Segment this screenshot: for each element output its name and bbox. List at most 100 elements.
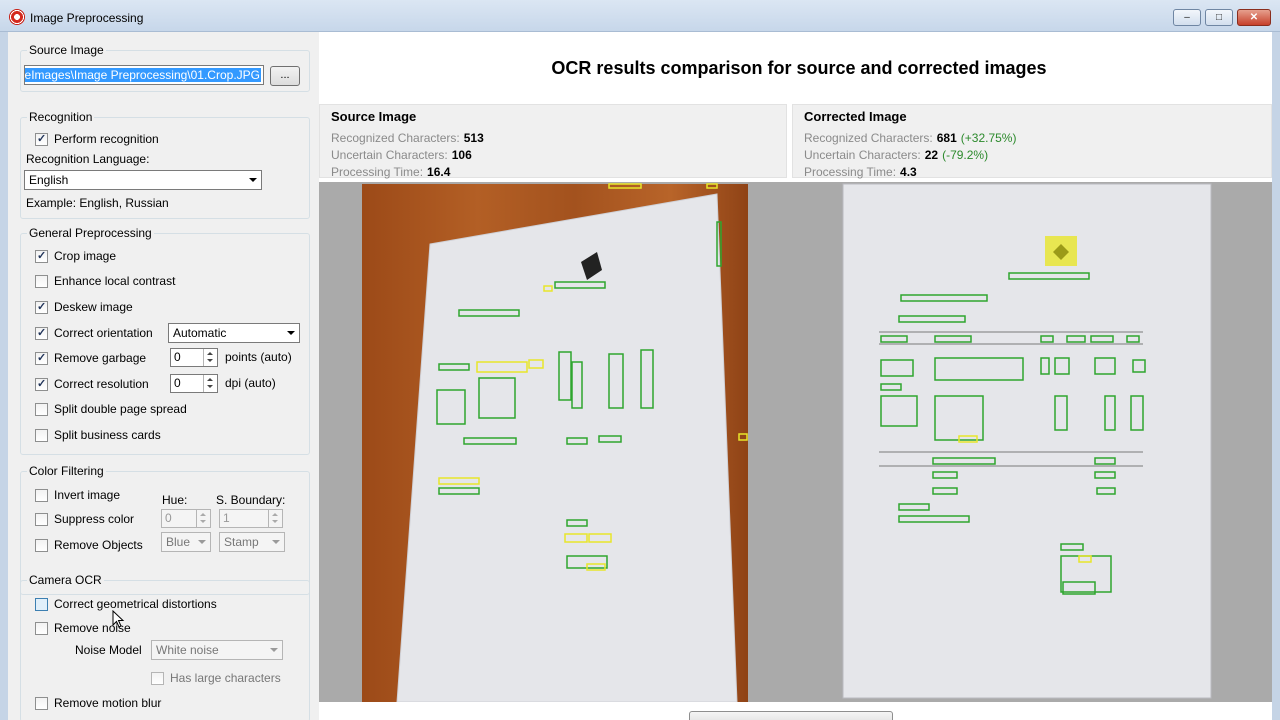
hue-value: 0	[165, 511, 172, 525]
spin-down-icon[interactable]	[272, 520, 278, 523]
stat-delta: (+32.75%)	[960, 131, 1017, 145]
orientation-select[interactable]: Automatic	[168, 323, 300, 343]
compare-button[interactable]	[689, 711, 893, 720]
corrected-image-view	[842, 183, 1212, 699]
checkbox-label: Correct geometrical distortions	[54, 597, 217, 611]
color-value: Blue	[166, 535, 191, 549]
spin-up-icon[interactable]	[207, 378, 213, 381]
image-comparison-area[interactable]	[319, 182, 1272, 702]
general-preprocessing-group: General Preprocessing Crop image Enhance…	[20, 226, 310, 455]
checkbox-box[interactable]	[35, 512, 48, 526]
corrected-stats-panel: Corrected Image Recognized Characters: 68…	[792, 104, 1272, 179]
checkbox-box[interactable]	[35, 274, 48, 288]
client-area: Source Image ampleImages\Image Preproces…	[8, 32, 1272, 720]
language-select[interactable]: English	[24, 170, 262, 190]
garbage-spinner[interactable]: 0	[170, 348, 218, 367]
split-double-page-checkbox[interactable]: Split double page spread	[35, 401, 187, 417]
source-stats-panel: Source Image Recognized Characters: 513 U…	[319, 104, 787, 179]
checkbox-label: Remove motion blur	[54, 696, 162, 710]
spinner-buttons[interactable]	[268, 510, 282, 527]
browse-button[interactable]: ...	[270, 66, 300, 86]
checkbox-label: Enhance local contrast	[54, 274, 176, 288]
spin-up-icon[interactable]	[207, 352, 213, 355]
stat-label: Processing Time:	[331, 165, 424, 179]
checkbox-label: Has large characters	[170, 671, 281, 685]
checkbox-box[interactable]	[35, 538, 48, 552]
spinner-buttons[interactable]	[196, 510, 210, 527]
large-characters-checkbox[interactable]: Has large characters	[151, 670, 281, 686]
spin-down-icon[interactable]	[200, 520, 206, 523]
resolution-spinner[interactable]: 0	[170, 374, 218, 393]
checkbox-box[interactable]	[35, 326, 48, 340]
correct-resolution-checkbox[interactable]: Correct resolution	[35, 376, 149, 392]
hue-spinner[interactable]: 0	[161, 509, 211, 528]
source-path-input[interactable]: ampleImages\Image Preprocessing\01.Crop.…	[24, 65, 264, 85]
correct-orientation-checkbox[interactable]: Correct orientation	[35, 325, 153, 341]
checkbox-box[interactable]	[35, 132, 48, 146]
object-value: Stamp	[224, 535, 259, 549]
source-image-view	[362, 183, 748, 702]
spin-up-icon[interactable]	[272, 513, 278, 516]
remove-objects-checkbox[interactable]: Remove Objects	[35, 537, 143, 553]
settings-panel: Source Image ampleImages\Image Preproces…	[8, 32, 316, 720]
chevron-down-icon	[270, 648, 278, 652]
checkbox-label: Correct orientation	[54, 326, 153, 340]
maximize-button[interactable]: □	[1205, 9, 1233, 26]
spin-down-icon[interactable]	[207, 359, 213, 362]
checkbox-box[interactable]	[35, 377, 48, 391]
checkbox-box[interactable]	[35, 488, 48, 502]
enhance-contrast-checkbox[interactable]: Enhance local contrast	[35, 273, 175, 289]
object-select[interactable]: Stamp	[219, 532, 285, 552]
noise-model-value: White noise	[156, 643, 219, 657]
hue-label: Hue:	[162, 493, 188, 507]
stat-label: Uncertain Characters:	[804, 148, 921, 162]
boundary-spinner[interactable]: 1	[219, 509, 283, 528]
remove-motion-blur-checkbox[interactable]: Remove motion blur	[35, 695, 161, 711]
stat-value: 681	[936, 131, 957, 145]
noise-model-select[interactable]: White noise	[151, 640, 283, 660]
checkbox-box[interactable]	[35, 300, 48, 314]
source-uncertain-row: Uncertain Characters: 106	[331, 148, 472, 162]
checkbox-box[interactable]	[35, 597, 48, 611]
remove-garbage-checkbox[interactable]: Remove garbage	[35, 350, 146, 366]
language-value: English	[29, 173, 69, 187]
title-bar[interactable]: Image Preprocessing – □ ✕	[0, 0, 1280, 32]
orientation-value: Automatic	[173, 326, 227, 340]
group-title: Color Filtering	[27, 464, 106, 478]
chevron-down-icon	[249, 178, 257, 182]
close-button[interactable]: ✕	[1237, 9, 1271, 26]
boundary-value: 1	[223, 511, 230, 525]
group-title: General Preprocessing	[27, 226, 154, 240]
deskew-image-checkbox[interactable]: Deskew image	[35, 299, 133, 315]
corrected-stats-title: Corrected Image	[804, 109, 907, 124]
garbage-unit: points (auto)	[225, 350, 292, 364]
spinner-buttons[interactable]	[203, 375, 217, 392]
checkbox-box[interactable]	[151, 671, 164, 685]
perform-recognition-checkbox[interactable]: Perform recognition	[35, 131, 159, 147]
spin-up-icon[interactable]	[200, 513, 206, 516]
checkbox-box[interactable]	[35, 249, 48, 263]
checkbox-label: Remove Objects	[54, 538, 143, 552]
invert-image-checkbox[interactable]: Invert image	[35, 487, 120, 503]
stat-label: Recognized Characters:	[804, 131, 933, 145]
minimize-button[interactable]: –	[1173, 9, 1201, 26]
color-select[interactable]: Blue	[161, 532, 211, 552]
stat-label: Processing Time:	[804, 165, 897, 179]
split-business-cards-checkbox[interactable]: Split business cards	[35, 427, 161, 443]
suppress-color-checkbox[interactable]: Suppress color	[35, 511, 134, 527]
corrected-paper	[842, 183, 1212, 699]
checkbox-box[interactable]	[35, 428, 48, 442]
checkbox-box[interactable]	[35, 696, 48, 710]
checkbox-label: Correct resolution	[54, 377, 149, 391]
group-title: Recognition	[27, 110, 95, 124]
checkbox-box[interactable]	[35, 351, 48, 365]
checkbox-box[interactable]	[35, 621, 48, 635]
spinner-buttons[interactable]	[203, 349, 217, 366]
corrected-time-row: Processing Time: 4.3	[804, 165, 917, 179]
crop-image-checkbox[interactable]: Crop image	[35, 248, 116, 264]
checkbox-box[interactable]	[35, 402, 48, 416]
spin-down-icon[interactable]	[207, 385, 213, 388]
results-panel: OCR results comparison for source and co…	[319, 32, 1272, 720]
group-title: Camera OCR	[27, 573, 104, 587]
chevron-down-icon	[272, 540, 280, 544]
